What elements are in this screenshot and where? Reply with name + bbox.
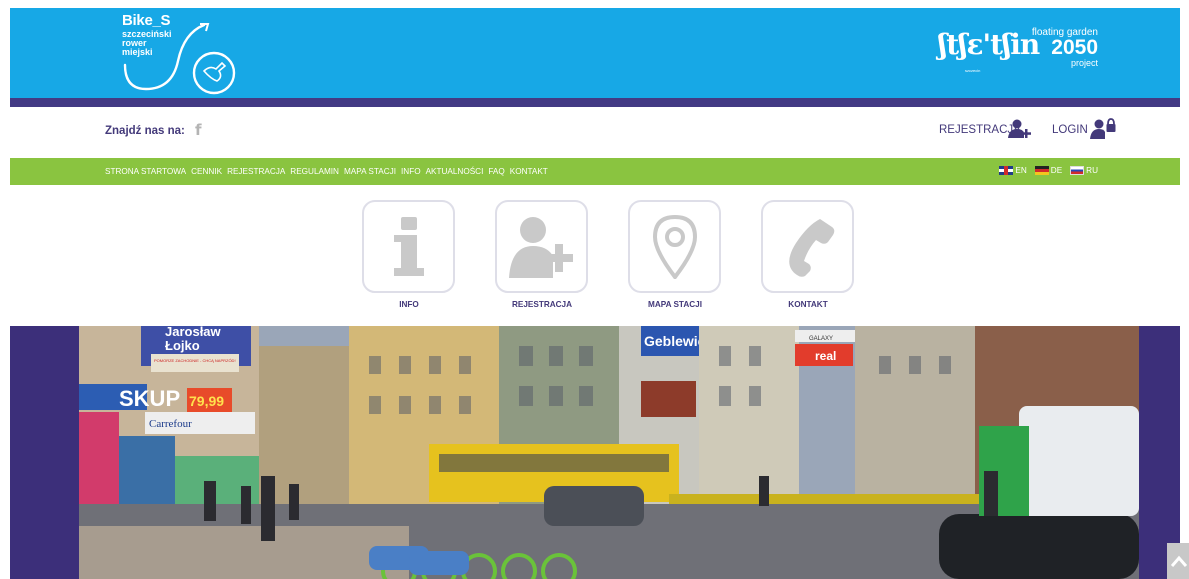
login-link[interactable]: LOGIN — [1052, 124, 1088, 136]
phone-icon — [788, 218, 834, 277]
banner-sign-text: GALAXY — [809, 336, 833, 342]
language-label: EN — [1015, 166, 1027, 175]
tile-registration[interactable]: REJESTRACJA — [482, 200, 602, 325]
partner-logo-word: ʃtʃɛ'tʃin — [938, 28, 1040, 61]
banner-sign-text: 79,99 — [189, 393, 224, 409]
info-icon — [393, 216, 424, 276]
bike-logo-icon — [123, 23, 236, 95]
language-ru[interactable]: RU — [1070, 166, 1098, 175]
tile-info-label: INFO — [399, 300, 419, 309]
banner-sign-text: Geblewic — [644, 333, 706, 349]
nav-item-home[interactable]: STRONA STARTOWA — [105, 167, 186, 176]
tile-contact-label: KONTAKT — [788, 300, 828, 309]
find-us-label: Znajdź nas na: — [105, 125, 185, 137]
hero-photo: Jarosław Łojko POMORZE ZACHODNIE - CHCĄ … — [79, 326, 1139, 579]
banner-sign-text: SKUP — [119, 386, 180, 411]
add-user-icon — [508, 216, 573, 278]
nav-item-registration[interactable]: REJESTRACJA — [227, 167, 285, 176]
nav-item-rules[interactable]: REGULAMIN — [290, 167, 339, 176]
nav-links: STRONA STARTOWA CENNIK REJESTRACJA REGUL… — [105, 167, 553, 176]
tile-contact[interactable]: KONTAKT — [748, 200, 868, 325]
nav-item-faq[interactable]: FAQ — [488, 167, 504, 176]
language-label: DE — [1050, 166, 1063, 175]
language-switcher: EN DE RU — [991, 166, 1098, 175]
tile-station-map[interactable]: MAPA STACJI — [615, 200, 735, 325]
tile-registration-label: REJESTRACJA — [511, 300, 573, 309]
banner-sign-text: POMORZE ZACHODNIE - CHCĄ NAPRZÓD! — [154, 358, 236, 363]
uk-flag-icon — [999, 166, 1014, 175]
language-label: RU — [1086, 166, 1098, 175]
tile-registration-box — [495, 200, 588, 293]
site-header: Bike_S szczeciński rower miejski ʃtʃɛ'tʃ… — [10, 8, 1180, 98]
map-pin-icon — [652, 214, 697, 279]
banner-sign-text: Łojko — [165, 338, 200, 353]
bike-s-logo[interactable]: Bike_S szczeciński rower miejski — [122, 13, 242, 95]
banner-sign-text: real — [815, 349, 836, 363]
german-flag-icon — [1034, 166, 1049, 175]
partner-logo-small: szczecin — [965, 68, 981, 73]
language-de[interactable]: DE — [1034, 166, 1063, 175]
main-nav: STRONA STARTOWA CENNIK REJESTRACJA REGUL… — [10, 158, 1180, 185]
tile-station-map-box — [628, 200, 721, 293]
header-divider — [10, 98, 1180, 107]
facebook-icon[interactable]: f — [195, 121, 202, 139]
nav-item-contact[interactable]: KONTAKT — [510, 167, 548, 176]
chevron-up-icon — [1171, 555, 1187, 567]
partner-logo-project: project — [1070, 58, 1098, 68]
street-scene-image: Jarosław Łojko POMORZE ZACHODNIE - CHCĄ … — [79, 326, 1139, 579]
banner-sign-text: Carrefour — [149, 418, 192, 430]
nav-item-station-map[interactable]: MAPA STACJI — [344, 167, 396, 176]
topbar: Znajdź nas na: f REJESTRACJA LOGIN — [10, 107, 1180, 158]
site: Bike_S szczeciński rower miejski ʃtʃɛ'tʃ… — [10, 8, 1180, 579]
nav-item-info[interactable]: INFO — [401, 167, 421, 176]
tile-station-map-label: MAPA STACJI — [648, 300, 702, 309]
scroll-to-top-button[interactable] — [1167, 543, 1189, 579]
user-lock-icon[interactable] — [1090, 118, 1116, 145]
tile-contact-box — [761, 200, 854, 293]
tile-info[interactable]: INFO — [349, 200, 469, 325]
partner-logo-year: 2050 — [1051, 36, 1098, 59]
tile-info-box — [362, 200, 455, 293]
nav-item-pricing[interactable]: CENNIK — [191, 167, 222, 176]
nav-item-news[interactable]: AKTUALNOŚCI — [426, 167, 484, 176]
russian-flag-icon — [1070, 166, 1085, 175]
language-en[interactable]: EN — [999, 166, 1027, 175]
stetin-2050-logo[interactable]: ʃtʃɛ'tʃin floating garden 2050 project s… — [938, 20, 1098, 76]
add-user-icon[interactable] — [1008, 119, 1032, 144]
hero-banner: Jarosław Łojko POMORZE ZACHODNIE - CHCĄ … — [10, 326, 1180, 579]
